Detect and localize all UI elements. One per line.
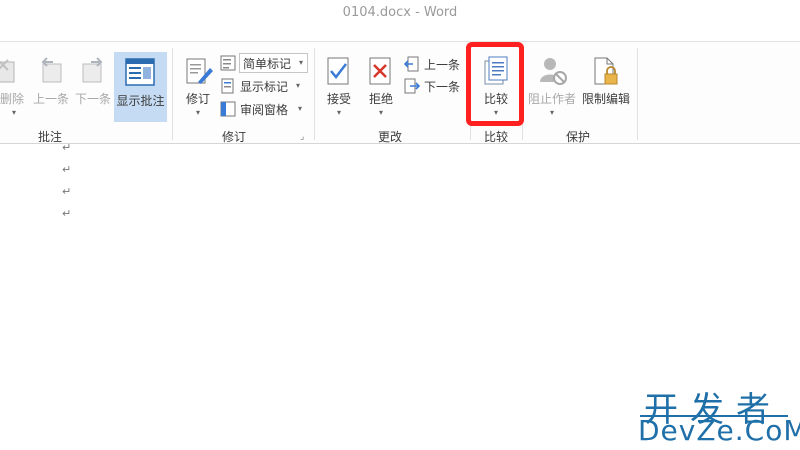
track-changes-icon — [186, 58, 213, 84]
group-separator — [637, 48, 638, 140]
markup-mode-icon — [220, 55, 236, 71]
chevron-down-icon: ▾ — [299, 58, 304, 67]
lock-document-icon — [594, 57, 618, 85]
track-changes-button[interactable]: 修订 ▾ — [178, 48, 218, 124]
watermark-en: DevZe.CoM — [638, 414, 800, 447]
group-separator — [172, 48, 173, 140]
block-authors-button[interactable]: 阻止作者 ▾ — [526, 48, 578, 124]
previous-change-button[interactable]: 上一条 — [404, 54, 464, 74]
delete-comment-icon — [0, 59, 15, 83]
accept-icon — [327, 57, 349, 85]
block-authors-icon — [540, 58, 567, 85]
show-markup-icon — [221, 78, 234, 94]
previous-change-icon — [404, 56, 419, 72]
markup-mode-select[interactable]: 简单标记 ▾ — [220, 53, 310, 73]
changes-group-label: 更改 — [377, 130, 402, 144]
next-comment-icon — [82, 57, 103, 83]
delete-comment-button[interactable]: 删除 ▾ — [0, 48, 28, 118]
review-ribbon: 删除 ▾ 上一条 下一条 显示批注 批注 修订 ▾ 简单标记 ▾ 显示标记 ▾ … — [0, 42, 800, 144]
reject-icon — [369, 57, 391, 85]
reject-button[interactable]: 拒绝 ▾ — [362, 48, 400, 124]
previous-comment-icon — [41, 57, 62, 83]
show-comments-icon — [125, 58, 155, 86]
dialog-launcher-icon[interactable]: ⌟ — [300, 132, 304, 142]
review-pane-icon — [220, 101, 236, 117]
paragraph-mark: ↵ — [62, 185, 72, 198]
group-separator — [314, 48, 315, 140]
next-change-icon — [404, 78, 420, 94]
accept-button[interactable]: 接受 ▾ — [320, 48, 358, 124]
restrict-editing-button[interactable]: 限制编辑 — [580, 48, 632, 124]
show-comments-button[interactable]: 显示批注 — [114, 52, 167, 122]
paragraph-mark: ↵ — [62, 141, 72, 154]
tracking-group-label: 修订 — [221, 130, 246, 144]
chevron-down-icon: ▾ — [298, 104, 303, 113]
chevron-down-icon: ▾ — [296, 81, 301, 90]
paragraph-mark: ↵ — [62, 163, 72, 176]
compare-group-label: 比较 — [483, 130, 508, 144]
review-pane-button[interactable]: 审阅窗格 ▾ — [220, 99, 310, 119]
window-title: 0104.docx - Word — [342, 5, 458, 20]
previous-comment-button[interactable]: 上一条 — [30, 48, 72, 118]
next-change-button[interactable]: 下一条 — [404, 76, 464, 96]
protect-group-label: 保护 — [565, 130, 590, 144]
compare-highlight-box — [466, 42, 524, 126]
title-bar: 0104.docx - Word — [0, 0, 800, 26]
next-comment-button[interactable]: 下一条 — [72, 48, 114, 118]
paragraph-mark: ↵ — [62, 207, 72, 220]
show-markup-button[interactable]: 显示标记 ▾ — [220, 76, 310, 96]
